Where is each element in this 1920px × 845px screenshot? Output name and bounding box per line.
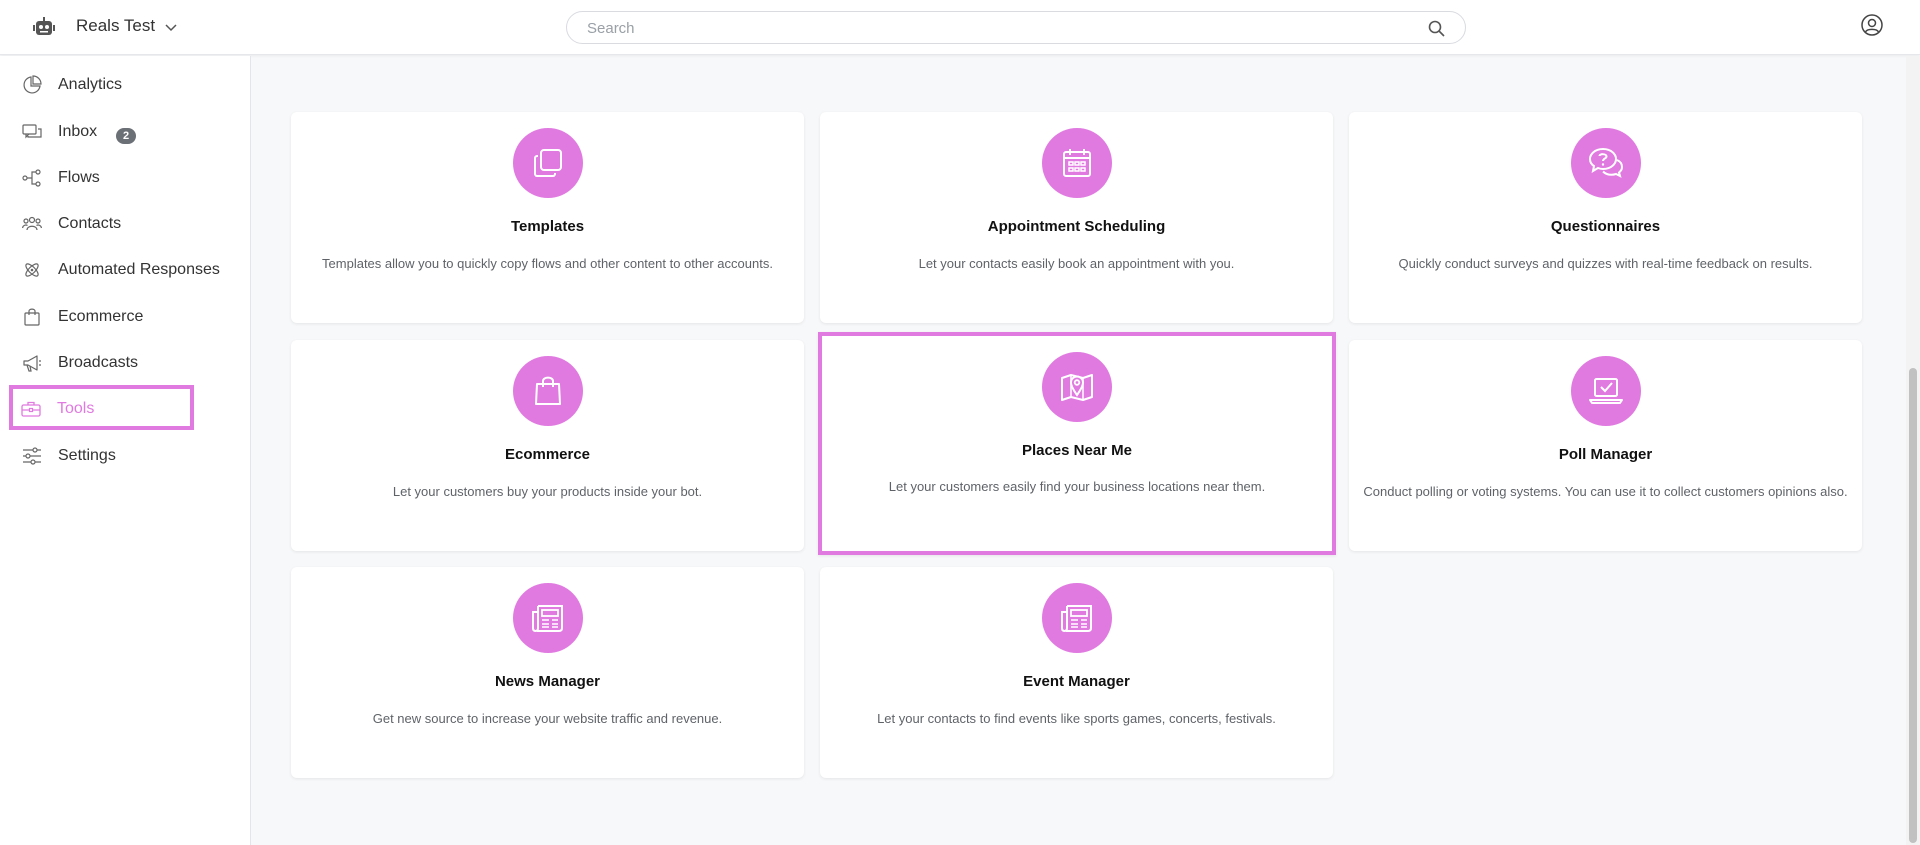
account-name[interactable]: Reals Test (76, 16, 155, 36)
analytics-icon (23, 75, 42, 94)
copy-icon (533, 149, 562, 177)
sidebar-item-settings[interactable]: Settings (10, 436, 192, 476)
calendar-icon (1062, 149, 1091, 177)
question-chat-icon (1588, 147, 1623, 178)
tool-card-templates[interactable]: Templates Templates allow you to quickly… (291, 112, 804, 323)
card-title: Event Manager (1023, 673, 1130, 690)
card-description: Conduct polling or voting systems. You c… (1363, 484, 1848, 499)
shopping-bag-icon (534, 376, 561, 405)
map-pin-icon (1061, 374, 1093, 401)
card-icon-circle (1042, 352, 1112, 422)
tool-card-questionnaires[interactable]: Questionnaires Quickly conduct surveys a… (1349, 112, 1862, 323)
user-account-icon[interactable] (1861, 14, 1883, 36)
sidebar-item-label: Analytics (58, 76, 123, 93)
sidebar-item-contacts[interactable]: Contacts (10, 204, 192, 244)
sidebar-item-tools[interactable]: Tools (9, 385, 194, 430)
card-icon-circle (1570, 356, 1641, 426)
sidebar-item-label: Broadcasts (58, 354, 139, 371)
sliders-icon (23, 447, 41, 465)
sidebar-item-analytics[interactable]: Analytics (10, 65, 192, 105)
inbox-count-badge: 2 (116, 128, 136, 144)
card-icon-circle (512, 583, 583, 653)
newspaper-icon (1060, 605, 1092, 633)
card-icon-circle (1570, 128, 1641, 198)
scrollbar-thumb[interactable] (1909, 368, 1917, 843)
sidebar-item-flows[interactable]: Flows (10, 158, 192, 198)
card-title: Questionnaires (1550, 218, 1661, 235)
card-icon-circle (512, 128, 583, 198)
tool-card-news-manager[interactable]: News Manager Get new source to increase … (291, 567, 804, 778)
flows-icon (22, 169, 41, 187)
sidebar-item-label: Inbox (58, 123, 98, 140)
tool-card-appointment-scheduling[interactable]: Appointment Scheduling Let your contacts… (820, 112, 1333, 323)
shopping-bag-icon (24, 308, 40, 326)
card-description: Templates allow you to quickly copy flow… (322, 256, 773, 271)
automated-responses-icon (25, 263, 39, 277)
tool-card-event-manager[interactable]: Event Manager Let your contacts to find … (820, 567, 1333, 778)
sidebar-item-automated-responses[interactable]: Automated Responses (10, 250, 220, 290)
card-description: Let your contacts easily book an appoint… (918, 256, 1235, 271)
card-description: Let your customers buy your products ins… (392, 484, 703, 499)
search-bar[interactable] (566, 11, 1466, 44)
card-description: Get new source to increase your website … (372, 711, 723, 726)
vertical-scrollbar[interactable] (1906, 56, 1920, 845)
tool-card-ecommerce[interactable]: Ecommerce Let your customers buy your pr… (291, 340, 804, 551)
sidebar-item-inbox[interactable]: Inbox 2 (10, 112, 192, 152)
inbox-icon (22, 124, 42, 139)
sidebar-item-broadcasts[interactable]: Broadcasts (10, 343, 192, 383)
card-description: Let your contacts to find events like sp… (877, 711, 1276, 726)
tool-card-places-near-me[interactable]: Places Near Me Let your customers easily… (818, 332, 1336, 555)
sidebar-item-label: Ecommerce (58, 308, 144, 325)
card-description: Quickly conduct surveys and quizzes with… (1398, 256, 1813, 271)
card-title: Ecommerce (504, 446, 591, 463)
card-title: Templates (510, 218, 585, 235)
card-icon-circle (1041, 128, 1112, 198)
top-header: Reals Test (0, 0, 1920, 55)
bot-logo-icon[interactable] (33, 16, 55, 38)
search-icon[interactable] (1428, 20, 1445, 37)
toolbox-icon (21, 401, 41, 417)
sidebar-item-label: Settings (58, 447, 116, 464)
card-title: News Manager (494, 673, 601, 690)
sidebar: Analytics Inbox 2 Flows Contacts Automat… (0, 56, 251, 845)
tool-card-poll-manager[interactable]: Poll Manager Conduct polling or voting s… (1349, 340, 1862, 551)
sidebar-item-label: Tools (57, 400, 95, 417)
laptop-check-icon (1588, 378, 1623, 404)
search-input[interactable] (587, 18, 1407, 38)
sidebar-item-label: Flows (58, 169, 100, 186)
sidebar-item-label: Automated Responses (58, 261, 220, 278)
card-title: Poll Manager (1558, 446, 1653, 463)
sidebar-item-ecommerce[interactable]: Ecommerce (10, 297, 192, 337)
card-title: Places Near Me (1021, 442, 1133, 459)
card-icon-circle (512, 356, 583, 426)
card-title: Appointment Scheduling (987, 218, 1166, 235)
megaphone-icon (23, 355, 41, 372)
chevron-down-icon[interactable] (164, 20, 178, 34)
card-description: Let your customers easily find your busi… (888, 479, 1266, 494)
contacts-icon (22, 216, 42, 231)
newspaper-icon (531, 605, 563, 633)
card-icon-circle (1041, 583, 1112, 653)
sidebar-item-label: Contacts (58, 215, 122, 232)
